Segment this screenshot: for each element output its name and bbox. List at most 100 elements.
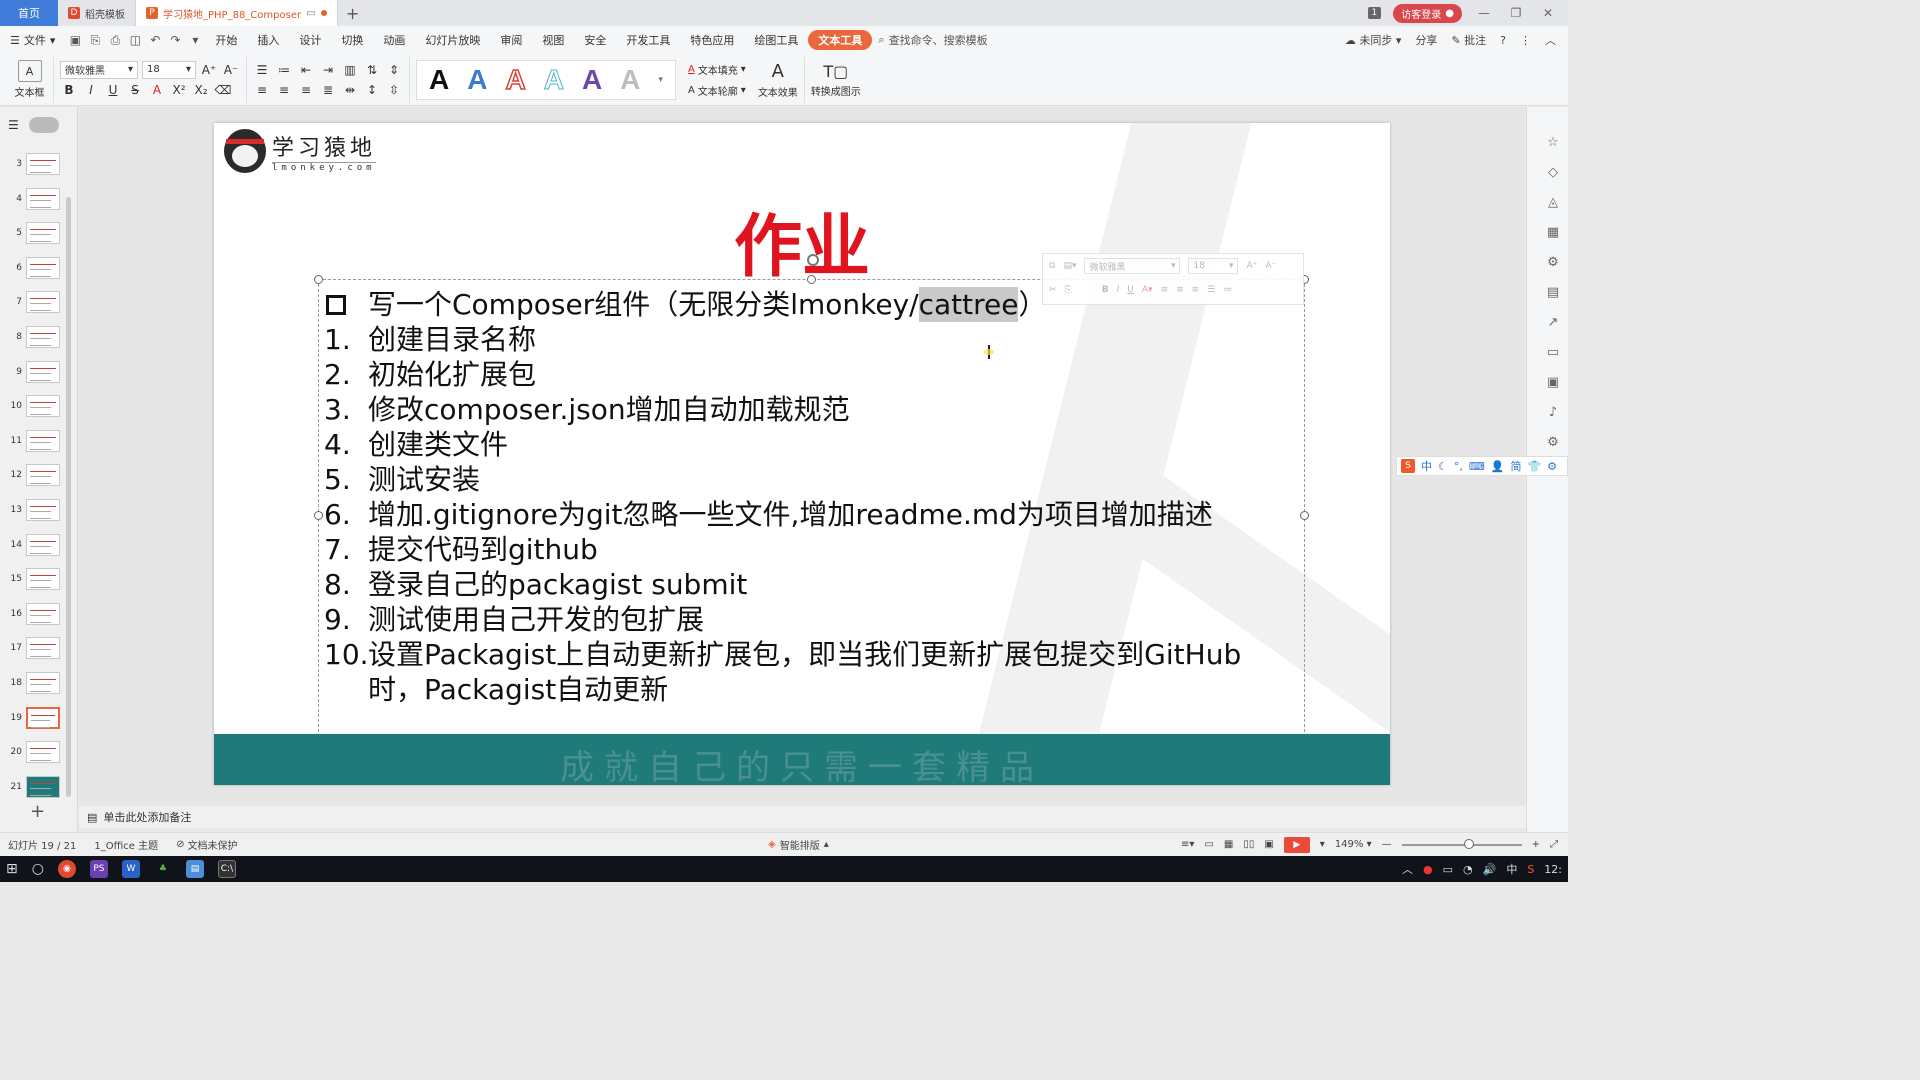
slide-thumbnail[interactable]: 6	[0, 251, 72, 285]
slide-thumbnail[interactable]: 5	[0, 216, 72, 250]
mini-size-select[interactable]: 18 ▾	[1188, 258, 1239, 274]
justify-icon[interactable]: ≣	[319, 83, 337, 97]
fit-window-icon[interactable]: ⤢	[1550, 839, 1558, 850]
adjust-icon[interactable]: ⚙	[1545, 255, 1561, 271]
slide-thumbnail[interactable]: 16	[0, 597, 72, 631]
share-panel-icon[interactable]: ↗	[1545, 315, 1561, 331]
taskbar-ime[interactable]: 中	[1506, 861, 1517, 877]
line-spacing-icon[interactable]: ↕	[363, 83, 381, 97]
print-icon[interactable]: ⎙	[105, 33, 125, 48]
close-icon[interactable]: ✕	[1538, 6, 1558, 20]
menu-features[interactable]: 特色应用	[680, 32, 744, 48]
menu-slideshow[interactable]: 幻灯片放映	[415, 32, 490, 48]
numbered-list-icon[interactable]: ≔	[275, 63, 293, 77]
menu-start[interactable]: 开始	[205, 32, 247, 48]
underline-icon[interactable]: U	[104, 83, 122, 97]
sogou-tray-icon[interactable]: S	[1527, 863, 1534, 876]
style-cyan-outline[interactable]: A	[543, 65, 564, 94]
slide-thumbnail-image[interactable]	[26, 429, 60, 452]
document-protection[interactable]: ⊘ 文档未保护	[176, 837, 237, 852]
tab-document[interactable]: P 学习猿地_PHP_88_Composer ▭	[136, 0, 338, 26]
convert-diagram-button[interactable]: T▢ 转换成图示	[811, 62, 861, 98]
font-color-icon[interactable]: A	[148, 83, 166, 97]
play-options-icon[interactable]: ▾	[1320, 839, 1325, 850]
notes-toggle-icon[interactable]: ≡▾	[1181, 839, 1194, 850]
mini-font-select[interactable]: 微软雅黑 ▾	[1084, 258, 1181, 274]
clover-icon[interactable]: ♣	[154, 860, 172, 878]
superscript-icon[interactable]: X²	[170, 83, 188, 97]
slide-thumbnail[interactable]: 12	[0, 458, 72, 492]
slide-thumbnail-image[interactable]	[26, 533, 60, 556]
phpstorm-icon[interactable]: PS	[89, 860, 108, 878]
style-black[interactable]: A	[429, 65, 449, 94]
bold-icon[interactable]: B	[60, 83, 78, 97]
window-count-badge[interactable]: 1	[1367, 7, 1382, 19]
increase-indent-icon[interactable]: ⇥	[319, 63, 337, 77]
menu-insert[interactable]: 插入	[247, 32, 289, 48]
mini-font-color-icon[interactable]: A▾	[1142, 285, 1153, 295]
command-search[interactable]: ⌕ 查找命令、搜索模板	[878, 32, 987, 48]
increase-font-icon[interactable]: A⁺	[200, 63, 218, 77]
chrome-icon[interactable]: ◉	[57, 860, 76, 878]
settings-icon[interactable]: ⚙	[1545, 435, 1561, 451]
textbox-button[interactable]: A 文本框	[12, 60, 47, 99]
add-slide-button[interactable]: +	[30, 801, 45, 822]
ime-mode[interactable]: 中	[1421, 458, 1432, 474]
moon-icon[interactable]: ☾	[1438, 460, 1448, 473]
slide-thumbnail-image[interactable]	[26, 637, 60, 660]
play-slideshow-button[interactable]: ▶	[1283, 836, 1310, 853]
slide-thumbnail[interactable]: 20	[0, 735, 72, 769]
paste-icon[interactable]: ▤▾	[1063, 261, 1076, 271]
mini-italic-icon[interactable]: I	[1117, 285, 1120, 295]
clock[interactable]: 12:	[1544, 863, 1562, 876]
style-blue[interactable]: A	[467, 65, 487, 94]
mini-align-left-icon[interactable]: ≡	[1161, 285, 1169, 295]
mini-bullet-icon[interactable]: ☰	[1207, 285, 1215, 295]
slide-thumbnail[interactable]: 18	[0, 666, 72, 700]
gallery-scroll-icon[interactable]: ▾	[658, 75, 663, 85]
text-outline-button[interactable]: A 文本轮廓 ▾	[688, 83, 746, 98]
slide-thumbnail[interactable]: 8	[0, 320, 72, 354]
thumbnail-scrollbar[interactable]	[66, 197, 71, 797]
sync-button[interactable]: ☁ 未同步 ▾	[1345, 32, 1402, 48]
resize-handle-w[interactable]	[314, 511, 323, 520]
rotate-handle[interactable]	[807, 254, 819, 266]
slide-thumbnail-image[interactable]	[26, 568, 60, 591]
slide-thumbnail-image[interactable]	[26, 499, 60, 521]
slide-thumbnail-image[interactable]	[26, 153, 60, 175]
help-icon[interactable]: ?	[1500, 34, 1506, 47]
style-purple[interactable]: A	[582, 65, 602, 94]
more-icon[interactable]: ⋮	[1520, 34, 1531, 47]
slide-thumbnail-image[interactable]	[26, 326, 60, 348]
tab-home[interactable]: 首页	[0, 0, 58, 26]
style-gray[interactable]: A	[620, 65, 640, 94]
mini-cut-icon[interactable]: ✂	[1049, 285, 1057, 295]
menu-drawing-tools[interactable]: 绘图工具	[744, 32, 808, 48]
menu-design[interactable]: 设计	[289, 32, 331, 48]
slide-thumbnail[interactable]: 7	[0, 285, 72, 319]
undo-icon[interactable]: ↶	[145, 33, 165, 47]
italic-icon[interactable]: I	[82, 83, 100, 97]
slide-thumbnail[interactable]: 10	[0, 389, 72, 423]
slide-thumbnail-image[interactable]	[26, 222, 60, 245]
font-size-select[interactable]: 18 ▾	[142, 60, 196, 79]
align-text-icon[interactable]: ⇕	[385, 63, 403, 77]
mini-bold-icon[interactable]: B	[1102, 285, 1109, 295]
slide-thumbnail[interactable]: 13	[0, 493, 72, 527]
columns-icon[interactable]: ▥	[341, 63, 359, 77]
shapes-icon[interactable]: ◇	[1545, 165, 1561, 181]
mini-underline-icon[interactable]: U	[1127, 285, 1134, 295]
zoom-slider[interactable]	[1401, 838, 1522, 849]
text-effect-button[interactable]: A 文本效果	[758, 61, 798, 99]
recorder-icon[interactable]: ●	[1423, 863, 1433, 876]
slide-thumbnail[interactable]: 9	[0, 355, 72, 389]
clear-format-icon[interactable]: ⌫	[214, 83, 232, 97]
slide-thumbnail-image[interactable]	[26, 291, 60, 314]
bullet-list-icon[interactable]: ☰	[253, 63, 271, 77]
copy-icon[interactable]: ⧉	[1049, 261, 1055, 271]
menu-text-tools[interactable]: 文本工具	[808, 30, 873, 50]
notes-placeholder[interactable]: 单击此处添加备注	[103, 809, 191, 825]
mini-numbering-icon[interactable]: ≔	[1223, 285, 1232, 295]
text-direction-icon[interactable]: ⇅	[363, 63, 381, 77]
layout-icon[interactable]: ▦	[1545, 225, 1561, 241]
